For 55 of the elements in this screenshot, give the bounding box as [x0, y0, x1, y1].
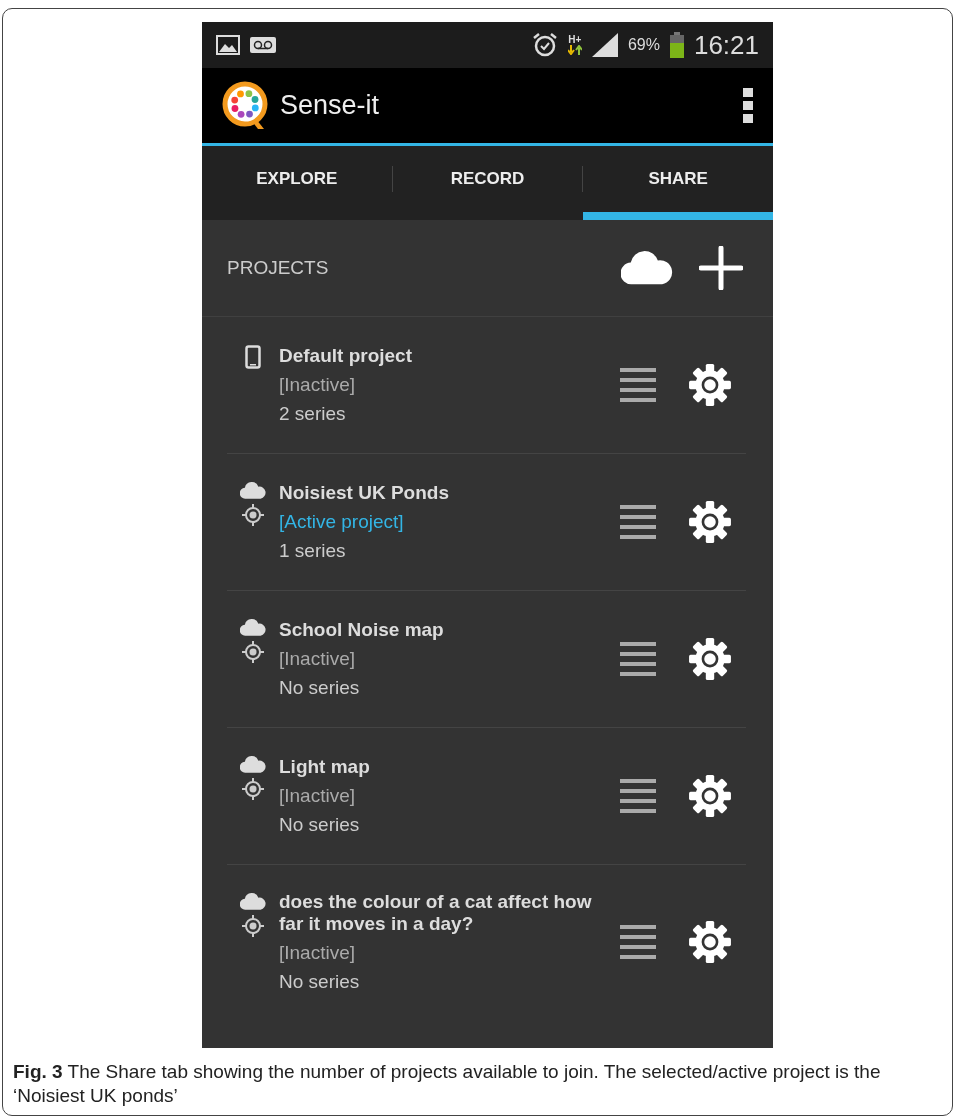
- battery-icon: [669, 32, 684, 58]
- project-name[interactable]: does the colour of a cat affect how far it moves in a day?: [279, 891, 610, 935]
- project-status: [Inactive]: [279, 374, 357, 396]
- list-icon[interactable]: [620, 925, 656, 959]
- settings-icon[interactable]: [688, 637, 732, 681]
- tab[interactable]: SHARE: [583, 146, 773, 220]
- location-target-icon: [241, 503, 265, 527]
- clock-time: 16:21: [693, 29, 759, 61]
- cloud-button[interactable]: [621, 251, 673, 285]
- alarm-clock-icon: [531, 32, 558, 58]
- tab[interactable]: RECORD: [392, 146, 583, 220]
- project-name[interactable]: Default project: [279, 345, 610, 367]
- list-icon[interactable]: [620, 779, 656, 813]
- settings-icon[interactable]: [688, 500, 732, 544]
- network-type: H+: [568, 35, 582, 45]
- phone-icon: [245, 345, 261, 369]
- cloud-icon: [621, 251, 673, 285]
- image-icon: [216, 35, 240, 55]
- figure-caption: Fig. 3 The Share tab showing the number of projects available to join. The selected/active project is the ‘Noisiest UK ponds’: [13, 1060, 882, 1108]
- project-name[interactable]: School Noise map: [279, 619, 610, 641]
- cloud-icon: [240, 756, 266, 773]
- app-title: Sense-it: [280, 90, 380, 121]
- tab[interactable]: EXPLORE: [202, 146, 392, 220]
- project-name[interactable]: Light map: [279, 756, 610, 778]
- location-target-icon: [241, 777, 265, 801]
- cloud-icon: [240, 482, 266, 499]
- section-heading: PROJECTS: [227, 257, 330, 279]
- series-count: No series: [279, 971, 361, 993]
- data-arrows-icon: [567, 45, 582, 55]
- project-status: [Inactive]: [279, 942, 357, 964]
- app-logo-icon: [222, 80, 270, 131]
- cloud-icon: [240, 893, 266, 910]
- series-count: 2 series: [279, 403, 347, 425]
- cloud-icon: [240, 619, 266, 636]
- list-icon[interactable]: [620, 368, 656, 402]
- signal-icon: [591, 33, 618, 57]
- overflow-menu-icon[interactable]: [743, 87, 753, 124]
- project-status: [Inactive]: [279, 648, 357, 670]
- series-count: No series: [279, 677, 361, 699]
- battery-percentage: 69%: [627, 36, 660, 54]
- settings-icon[interactable]: [688, 363, 732, 407]
- project-name[interactable]: Noisiest UK Ponds: [279, 482, 610, 504]
- location-target-icon: [241, 640, 265, 664]
- add-button[interactable]: [699, 246, 743, 290]
- list-icon[interactable]: [620, 505, 656, 539]
- project-status: [Inactive]: [279, 785, 357, 807]
- list-icon[interactable]: [620, 642, 656, 676]
- settings-icon[interactable]: [688, 920, 732, 964]
- series-count: No series: [279, 814, 361, 836]
- series-count: 1 series: [279, 540, 347, 562]
- settings-icon[interactable]: [688, 774, 732, 818]
- voicemail-icon: [250, 37, 276, 53]
- project-status: [Active project]: [279, 511, 405, 533]
- location-target-icon: [241, 914, 265, 938]
- add-icon: [699, 246, 743, 290]
